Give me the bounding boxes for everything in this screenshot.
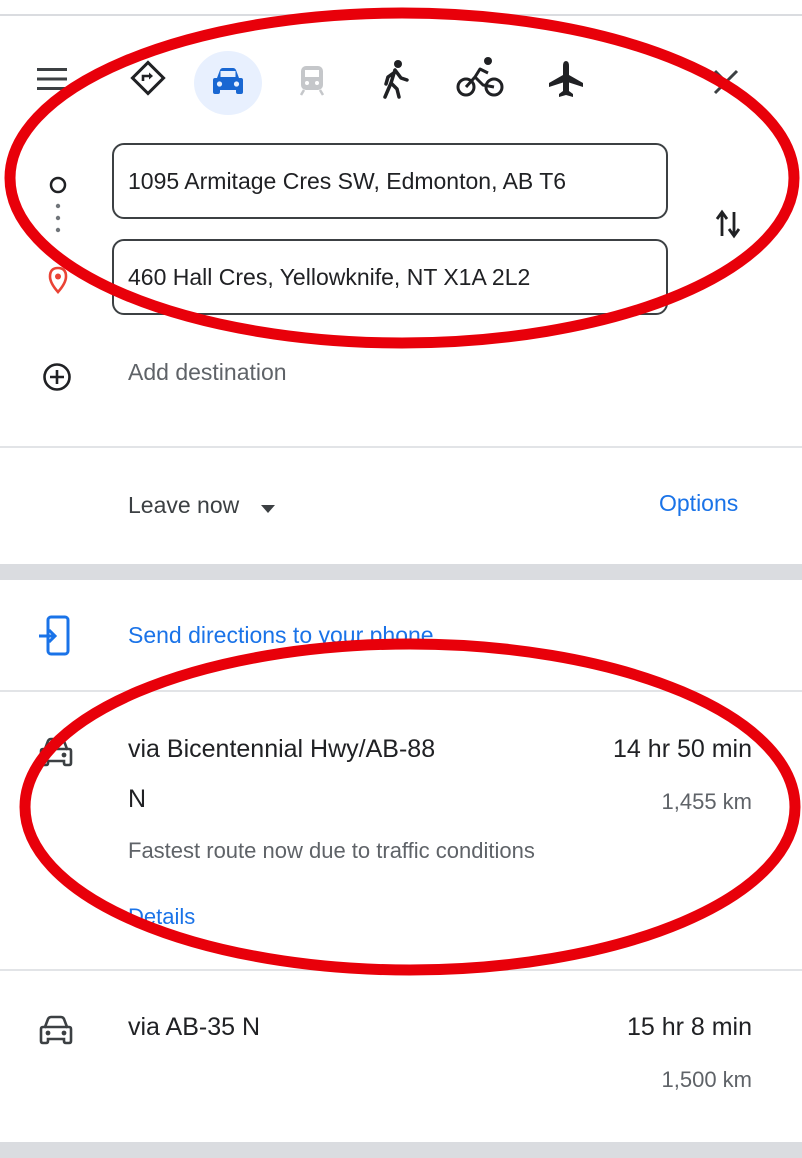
cycling-mode-button[interactable]: [452, 54, 508, 104]
origin-circle-icon: [46, 173, 70, 197]
leave-now-dropdown[interactable]: Leave now: [128, 492, 276, 520]
walk-icon: [381, 59, 411, 104]
flights-mode-button[interactable]: [538, 56, 594, 106]
section-divider: [0, 969, 802, 971]
route-1-details-link[interactable]: Details: [128, 904, 195, 930]
destination-input[interactable]: [128, 263, 666, 291]
add-destination-icon[interactable]: [38, 358, 76, 396]
section-divider: [0, 690, 802, 692]
route-1-distance: 1,455 km: [661, 789, 753, 814]
close-icon[interactable]: [706, 62, 746, 102]
leave-now-label: Leave now: [128, 492, 240, 518]
origin-field[interactable]: [112, 143, 668, 219]
route-2-duration: 15 hr 8 min: [626, 1013, 752, 1041]
route-dots-icon: [50, 200, 66, 240]
top-divider: [0, 0, 802, 16]
options-button[interactable]: Options: [659, 490, 738, 517]
add-destination-button[interactable]: Add destination: [128, 359, 287, 386]
route-1-note: Fastest route now due to traffic conditi…: [128, 838, 535, 863]
route-2-name[interactable]: via AB-35 N: [128, 1013, 260, 1042]
dropdown-arrow-icon: [260, 493, 276, 520]
bicycle-icon: [456, 55, 504, 104]
destination-pin-icon: [44, 264, 72, 296]
walking-mode-button[interactable]: [374, 56, 418, 106]
bottom-band: [0, 1142, 802, 1158]
section-divider: [0, 446, 802, 448]
menu-icon[interactable]: [34, 62, 70, 96]
flight-icon: [545, 58, 587, 105]
route-car-icon: [36, 734, 76, 770]
best-travel-mode-button[interactable]: [120, 52, 176, 108]
directions-diamond-icon: [129, 59, 167, 102]
route-2-distance: 1,500 km: [661, 1067, 753, 1092]
destination-field[interactable]: [112, 239, 668, 315]
origin-input[interactable]: [128, 167, 666, 195]
driving-mode-button[interactable]: [194, 51, 262, 115]
car-icon: [211, 66, 245, 101]
route-1-name-line1[interactable]: via Bicentennial Hwy/AB-88: [128, 735, 435, 764]
send-directions-to-phone-link[interactable]: Send directions to your phone: [128, 622, 434, 649]
swap-origin-destination-icon[interactable]: [708, 202, 748, 246]
transit-icon: [298, 64, 326, 101]
transit-mode-button[interactable]: [290, 60, 334, 104]
send-to-phone-icon[interactable]: [34, 612, 74, 660]
section-band: [0, 564, 802, 580]
route-car-icon: [36, 1012, 76, 1048]
route-1-name-line2[interactable]: N: [128, 785, 146, 814]
route-1-duration: 14 hr 50 min: [613, 735, 752, 763]
